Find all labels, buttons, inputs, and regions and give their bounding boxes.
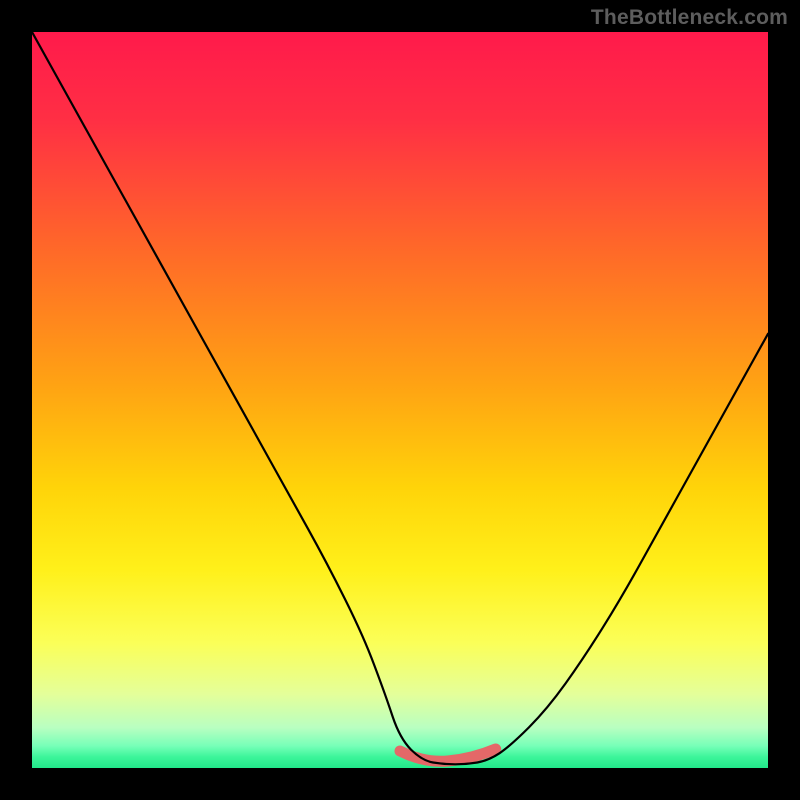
bottleneck-curve (32, 32, 768, 764)
plot-area (32, 32, 768, 768)
curve-layer (32, 32, 768, 768)
valley-bump (400, 749, 496, 761)
watermark-text: TheBottleneck.com (591, 6, 788, 30)
chart-frame: TheBottleneck.com (0, 0, 800, 800)
